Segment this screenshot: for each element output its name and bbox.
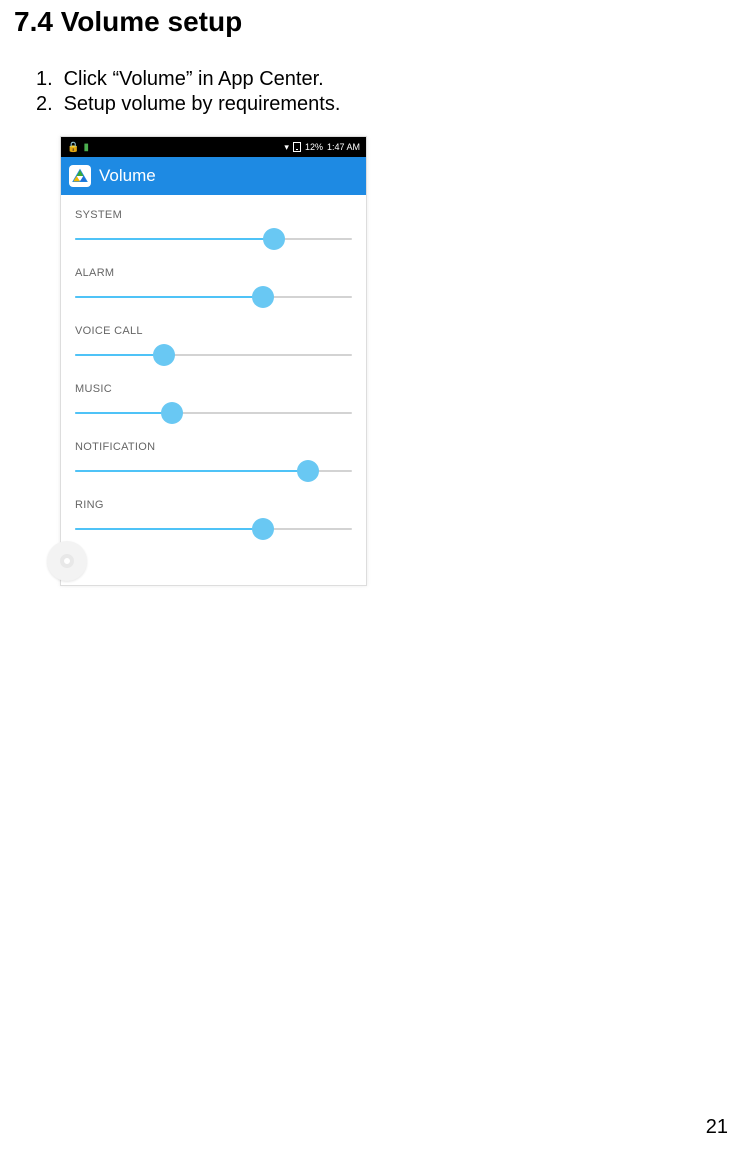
instruction-text: Setup volume by requirements. (64, 93, 341, 115)
volume-item-voice-call: VOICE CALL (61, 319, 366, 377)
slider-fill (75, 354, 164, 356)
section-heading: 7.4 Volume setup (14, 6, 742, 38)
instruction-text: Click “Volume” in App Center. (64, 68, 324, 90)
slider-thumb[interactable] (297, 460, 319, 482)
instruction-item: 2. Setup volume by requirements. (36, 93, 742, 116)
slider-music[interactable] (75, 401, 352, 425)
slider-voice-call[interactable] (75, 343, 352, 367)
slider-fill (75, 412, 172, 414)
slider-ring[interactable] (75, 517, 352, 541)
slider-label: SYSTEM (75, 209, 352, 221)
slider-thumb[interactable] (161, 402, 183, 424)
floating-action-button[interactable] (47, 541, 87, 581)
slider-label: NOTIFICATION (75, 441, 352, 453)
app-bar-title: Volume (99, 166, 156, 186)
document-page: 7.4 Volume setup 1. Click “Volume” in Ap… (0, 6, 742, 1149)
slider-alarm[interactable] (75, 285, 352, 309)
status-left: 🔒 ▮ (67, 142, 89, 153)
status-bar: 🔒 ▮ ▾ 12% 1:47 AM (61, 137, 366, 157)
page-number: 21 (706, 1116, 728, 1139)
slider-notification[interactable] (75, 459, 352, 483)
fab-circle-icon (60, 554, 74, 568)
status-right: ▾ 12% 1:47 AM (284, 142, 360, 153)
volume-settings-list: SYSTEM ALARM VOICE CALL (61, 195, 366, 585)
instruction-item: 1. Click “Volume” in App Center. (36, 68, 742, 91)
slider-thumb[interactable] (252, 286, 274, 308)
battery-small-icon: ▮ (83, 142, 89, 153)
volume-item-music: MUSIC (61, 377, 366, 435)
list-number: 2. (36, 93, 58, 116)
slider-label: MUSIC (75, 383, 352, 395)
slider-thumb[interactable] (263, 228, 285, 250)
slider-fill (75, 238, 274, 240)
app-bar: Volume (61, 157, 366, 195)
volume-item-notification: NOTIFICATION (61, 435, 366, 493)
app-logo-icon (69, 165, 91, 187)
clock-time: 1:47 AM (327, 142, 360, 152)
volume-item-ring: RING (61, 493, 366, 545)
fab-area (61, 545, 366, 585)
slider-label: ALARM (75, 267, 352, 279)
slider-label: RING (75, 499, 352, 511)
phone-screenshot: 🔒 ▮ ▾ 12% 1:47 AM Volume SYSTEM (60, 136, 367, 586)
slider-fill (75, 470, 308, 472)
volume-item-alarm: ALARM (61, 261, 366, 319)
list-number: 1. (36, 68, 58, 91)
slider-system[interactable] (75, 227, 352, 251)
lock-icon: 🔒 (67, 142, 79, 153)
instruction-list: 1. Click “Volume” in App Center. 2. Setu… (36, 68, 742, 116)
slider-label: VOICE CALL (75, 325, 352, 337)
slider-thumb[interactable] (252, 518, 274, 540)
battery-icon (293, 142, 301, 152)
wifi-icon: ▾ (284, 142, 289, 153)
slider-fill (75, 528, 263, 530)
volume-item-system: SYSTEM (61, 203, 366, 261)
battery-pct: 12% (305, 142, 323, 152)
slider-thumb[interactable] (153, 344, 175, 366)
slider-fill (75, 296, 263, 298)
